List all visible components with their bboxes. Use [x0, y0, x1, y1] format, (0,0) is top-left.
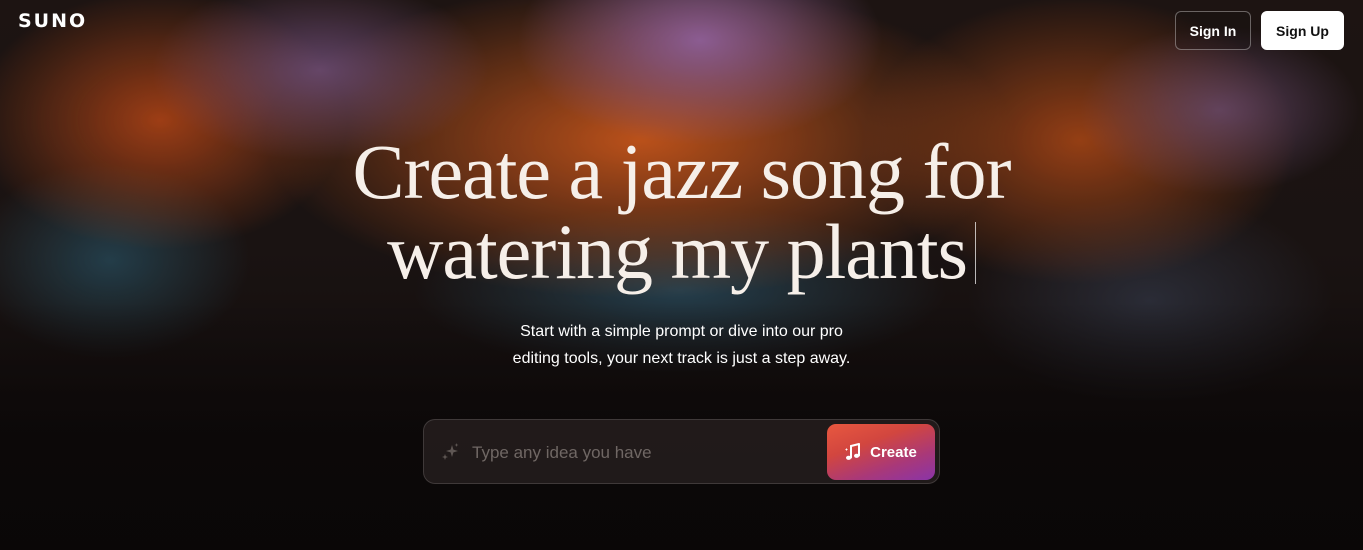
sign-up-button[interactable]: Sign Up — [1261, 11, 1344, 50]
subtitle-line-2: editing tools, your next track is just a… — [512, 350, 851, 367]
page: SUNO Sign In Sign Up Create a jazz song … — [0, 0, 1363, 550]
sign-in-button[interactable]: Sign In — [1175, 11, 1251, 50]
subtitle-line-1: Start with a simple prompt or dive into … — [520, 323, 843, 340]
prompt-bar: Create — [423, 419, 940, 484]
hero-subtitle: Start with a simple prompt or dive into … — [0, 318, 1363, 372]
prompt-input[interactable] — [470, 434, 824, 472]
headline-line-2-text: watering my plants — [387, 208, 968, 295]
sparkle-icon — [442, 443, 459, 460]
create-button[interactable]: Create — [827, 424, 935, 480]
music-note-icon — [845, 443, 861, 460]
headline-line-2: watering my plants — [0, 212, 1363, 292]
logo[interactable]: SUNO — [18, 10, 87, 32]
hero-headline: Create a jazz song for watering my plant… — [0, 132, 1363, 292]
create-button-label: Create — [870, 443, 917, 461]
headline-line-1: Create a jazz song for — [352, 128, 1012, 215]
typing-caret — [974, 222, 976, 284]
